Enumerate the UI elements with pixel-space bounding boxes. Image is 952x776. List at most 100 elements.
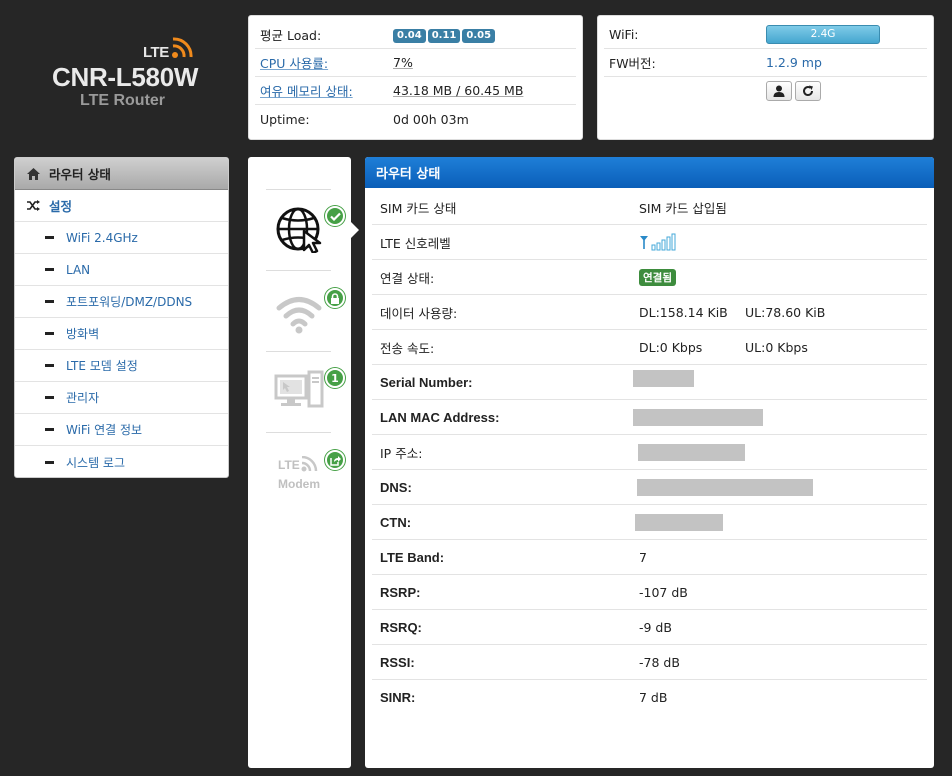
internet-status[interactable]	[274, 205, 326, 256]
load-badge: 0.04	[393, 29, 426, 43]
divider	[266, 270, 331, 271]
table-row: LAN MAC Address:	[372, 400, 927, 435]
nav-item-label: 관리자	[66, 391, 100, 405]
table-row: DNS:	[372, 470, 927, 505]
refresh-icon	[803, 85, 814, 97]
table-row: LTE 신호레벨	[372, 225, 927, 260]
row-label: LAN MAC Address:	[380, 409, 500, 425]
connection-status-badge: 연결됨	[639, 268, 676, 286]
dash-icon	[45, 396, 54, 399]
table-row: SINR: 7 dB	[372, 680, 927, 715]
uptime-row: Uptime: 0d 00h 03m	[255, 105, 576, 133]
row-label: IP 주소:	[380, 445, 423, 461]
selection-arrow	[351, 222, 359, 238]
nav-item-label: 시스템 로그	[66, 455, 126, 470]
home-icon	[27, 167, 40, 180]
row-label: RSRP:	[380, 584, 421, 600]
dash-icon	[45, 300, 54, 303]
nav-item-lte-modem[interactable]: LTE 모뎀 설정	[15, 350, 228, 382]
status-icon-strip: 1 LTE Modem	[248, 157, 351, 768]
rsrp-value: -107 dB	[639, 584, 688, 600]
divider	[266, 189, 331, 190]
nav-item-label: LTE 모뎀 설정	[66, 359, 138, 373]
nav-item-lan[interactable]: LAN	[15, 254, 228, 286]
wifi-band-button[interactable]: 2.4G	[766, 25, 880, 44]
memory-link[interactable]: 여유 메모리 상태:	[260, 84, 353, 99]
lte-modem-status[interactable]: LTE Modem	[278, 456, 328, 496]
shuffle-icon	[27, 200, 40, 211]
dash-icon	[45, 364, 54, 367]
dash-icon	[45, 268, 54, 271]
nav-item-system-log[interactable]: 시스템 로그	[15, 446, 228, 477]
nav-settings[interactable]: 설정	[15, 190, 228, 222]
table-row: CTN:	[372, 505, 927, 540]
nav-item-label: LAN	[66, 262, 91, 277]
share-icon	[325, 450, 345, 470]
dash-icon	[45, 332, 54, 335]
nav-item-port-forwarding[interactable]: 포트포워딩/DMZ/DDNS	[15, 286, 228, 318]
logo-model: CNR-L580W	[52, 62, 199, 92]
table-row: Serial Number:	[372, 365, 927, 400]
cpu-link[interactable]: CPU 사용률:	[260, 56, 328, 71]
nav-item-wifi[interactable]: WiFi 2.4GHz	[15, 222, 228, 254]
rsrq-value: -9 dB	[639, 619, 672, 635]
wifi-row: WiFi: 2.4G	[604, 21, 927, 49]
wifi-info-panel: WiFi: 2.4G FW버전: 1.2.9 mp	[597, 15, 934, 140]
dash-icon	[45, 428, 54, 431]
nav-item-label: 방화벽	[66, 327, 100, 341]
redacted-ip	[638, 443, 745, 461]
nav-item-label: WiFi 2.4GHz	[66, 230, 138, 245]
nav-router-status[interactable]: 라우터 상태	[15, 158, 228, 190]
row-label: CTN:	[380, 514, 412, 530]
firmware-row: FW버전: 1.2.9 mp	[604, 49, 927, 77]
signal-waves-icon	[172, 37, 193, 58]
load-badge: 0.05	[462, 29, 496, 43]
row-label: 데이터 사용량:	[380, 305, 458, 321]
divider	[266, 351, 331, 352]
row-label: LTE 신호레벨	[380, 235, 451, 251]
modem-label: Modem	[278, 477, 320, 491]
rssi-value: -78 dB	[639, 654, 680, 670]
row-label: RSRQ:	[380, 619, 422, 635]
system-status-panel: 평균 Load: 0.04 0.11 0.05 CPU 사용률: 7% 여유 메모리…	[248, 15, 583, 140]
sim-status-value: SIM 카드 삽입됨	[639, 200, 727, 216]
client-status[interactable]	[274, 370, 326, 413]
load-badge: 0.11	[427, 29, 461, 43]
redacted-serial	[633, 369, 694, 387]
wifi-label: WiFi:	[609, 27, 639, 42]
router-status-panel: 라우터 상태 SIM 카드 상태 SIM 카드 삽입됨 LTE 신호레벨 연결	[365, 157, 934, 768]
client-count-badge: 1	[325, 368, 345, 388]
memory-value: 43.18 MB / 60.45 MB	[393, 83, 524, 98]
row-label: SINR:	[380, 690, 416, 705]
logo-subtitle: LTE Router	[80, 92, 166, 109]
computer-icon	[274, 370, 324, 408]
lte-band-value: 7	[639, 549, 647, 565]
row-label: Serial Number:	[380, 374, 473, 390]
row-label: SIM 카드 상태	[380, 200, 457, 216]
table-row: RSRP: -107 dB	[372, 575, 927, 610]
firmware-value: 1.2.9 mp	[766, 55, 822, 70]
nav-item-label: 포트포워딩/DMZ/DDNS	[66, 295, 193, 309]
wifi-icon	[276, 297, 322, 334]
nav-item-label: WiFi 연결 정보	[66, 423, 143, 437]
user-button[interactable]	[766, 81, 792, 101]
table-row: SIM 카드 상태 SIM 카드 삽입됨	[372, 190, 927, 225]
wifi-status[interactable]	[276, 294, 322, 337]
lock-icon	[325, 288, 345, 308]
speed-ul: UL:0 Kbps	[745, 339, 808, 355]
refresh-button[interactable]	[795, 81, 821, 101]
nav-item-wifi-clients[interactable]: WiFi 연결 정보	[15, 414, 228, 446]
table-row: IP 주소:	[372, 435, 927, 470]
redacted-ctn	[635, 513, 723, 531]
lte-modem-label: LTE	[278, 458, 300, 472]
sinr-value: 7 dB	[639, 690, 668, 705]
table-row: 데이터 사용량: DL:158.14 KiB UL:78.60 KiB	[372, 295, 927, 330]
load-row: 평균 Load: 0.04 0.11 0.05	[255, 21, 576, 49]
nav-item-admin[interactable]: 관리자	[15, 382, 228, 414]
nav-settings-label: 설정	[49, 199, 73, 214]
signal-level-icon	[640, 233, 676, 251]
row-label: 전송 속도:	[380, 340, 435, 356]
cpu-row: CPU 사용률: 7%	[255, 49, 576, 77]
table-row: RSRQ: -9 dB	[372, 610, 927, 645]
nav-item-firewall[interactable]: 방화벽	[15, 318, 228, 350]
